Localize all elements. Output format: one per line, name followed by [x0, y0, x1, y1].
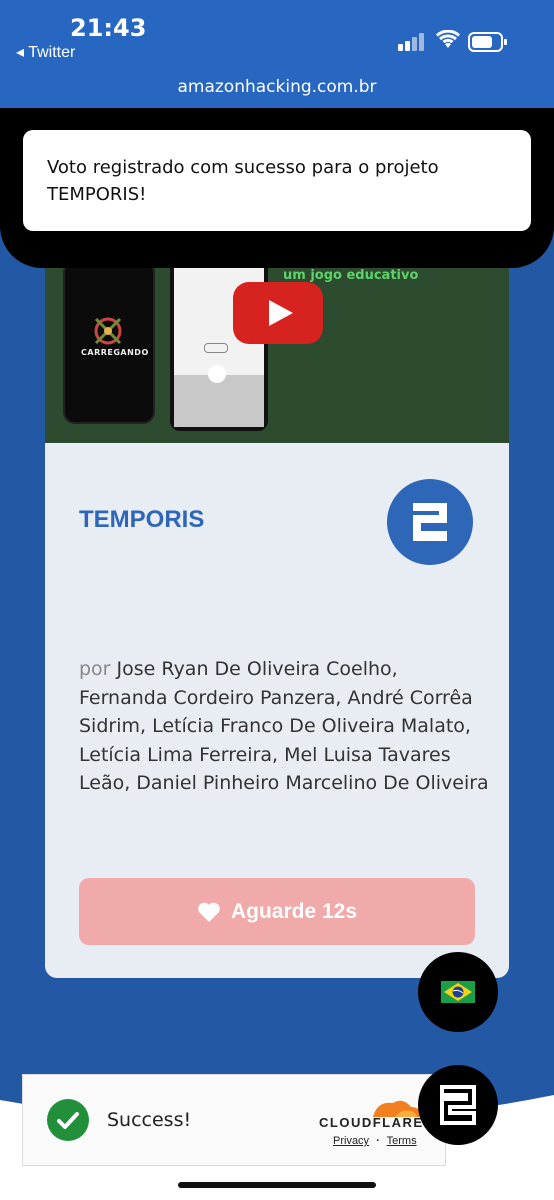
- game-logo-icon: [94, 317, 122, 345]
- home-indicator[interactable]: [178, 1182, 376, 1188]
- back-to-twitter-link[interactable]: ◂ Twitter: [16, 42, 75, 62]
- project-authors: por Jose Ryan De Oliveira Coelho, Fernan…: [79, 655, 489, 798]
- clock: 21:43: [70, 14, 147, 42]
- play-icon: [269, 300, 293, 326]
- turnstile-status: Success!: [107, 1109, 192, 1131]
- status-bar: 21:43 ◂ Twitter: [0, 0, 554, 72]
- battery-icon: [468, 32, 507, 52]
- vote-button[interactable]: Aguarde 12s: [79, 878, 475, 945]
- cloudflare-turnstile: Success! CLOUDFLARE Privacy · Terms: [22, 1074, 446, 1166]
- camera-shutter-icon: [208, 365, 226, 383]
- video-overlay-text: um jogo educativo: [283, 268, 419, 283]
- phone-loading-label: CARREGANDO: [81, 348, 149, 357]
- toast-message: Voto registrado com sucesso para o proje…: [47, 157, 439, 205]
- project-logo: [387, 479, 473, 565]
- links-separator: ·: [376, 1135, 380, 1147]
- terms-link[interactable]: Terms: [387, 1135, 417, 1147]
- cloudflare-links: Privacy · Terms: [333, 1135, 417, 1147]
- authors-list: Jose Ryan De Oliveira Coelho, Fernanda C…: [79, 658, 489, 794]
- wifi-icon: [436, 30, 460, 48]
- success-toast: Voto registrado com sucesso para o proje…: [23, 130, 531, 231]
- brazil-flag-icon: [441, 981, 475, 1003]
- notification-overlay: Voto registrado com sucesso para o proje…: [0, 108, 554, 268]
- brand-logo-icon: [440, 1085, 476, 1125]
- project-title: TEMPORIS: [79, 506, 205, 533]
- authors-prefix: por: [79, 658, 111, 680]
- signal-icon: [398, 33, 424, 51]
- success-check-icon: [47, 1099, 89, 1141]
- play-button[interactable]: [233, 282, 323, 344]
- cloudflare-brand: CLOUDFLARE: [319, 1115, 424, 1130]
- toggle-icon: [204, 343, 228, 353]
- brand-logo-icon: [413, 503, 447, 541]
- floating-logo-button[interactable]: [418, 1065, 498, 1145]
- vote-button-label: Aguarde 12s: [230, 899, 358, 923]
- project-card: CARREGANDO um jogo educativo TEMPORIS po…: [45, 180, 509, 978]
- privacy-link[interactable]: Privacy: [333, 1135, 369, 1147]
- phone-mockup-left: CARREGANDO: [63, 260, 155, 424]
- heart-icon: [198, 902, 220, 922]
- url-bar[interactable]: amazonhacking.com.br: [0, 72, 554, 108]
- language-button[interactable]: [418, 952, 498, 1032]
